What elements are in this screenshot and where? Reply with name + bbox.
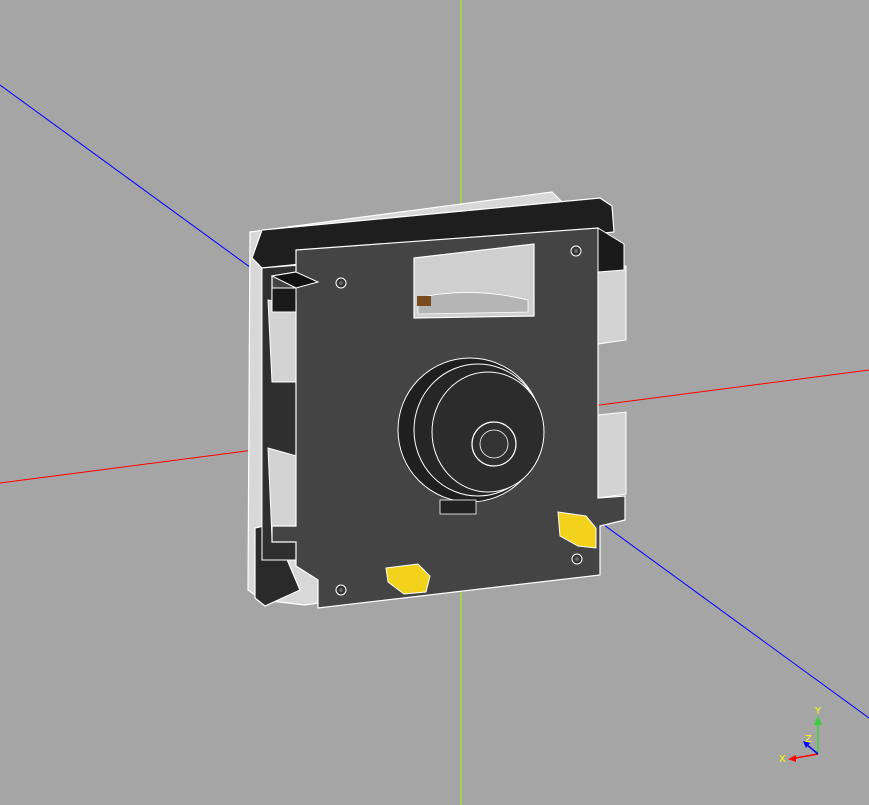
screw-top-left (335, 277, 347, 289)
triad-x-label: X (779, 754, 786, 765)
lens-bottom-slot (439, 499, 477, 515)
triad-z-label: Z (805, 734, 812, 745)
screw-top-right (570, 245, 582, 257)
viewport-canvas[interactable]: X Y Z (0, 0, 869, 805)
3d-viewport[interactable]: X Y Z (0, 0, 869, 805)
camera-module-model[interactable] (247, 191, 627, 609)
screw-bottom-left (335, 584, 347, 596)
screw-bottom-right (571, 553, 583, 565)
sensor-chip (417, 296, 431, 306)
top-left-notch-face (271, 287, 297, 313)
orientation-triad: X Y Z (779, 706, 822, 765)
right-clip-lower (597, 411, 627, 499)
lens-assembly (397, 357, 545, 503)
top-right-notch (597, 227, 625, 273)
right-clip-upper (597, 265, 627, 345)
triad-y-label: Y (814, 706, 822, 717)
